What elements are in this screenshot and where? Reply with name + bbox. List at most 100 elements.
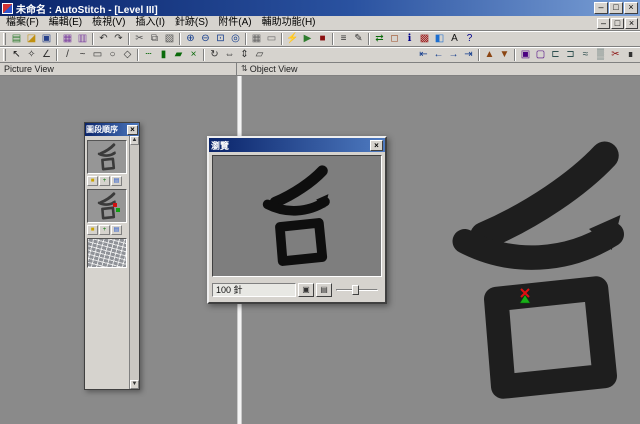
menu-item-edit[interactable]: 編輯(E) [44, 16, 87, 30]
icon-glyph: ∠ [42, 49, 51, 60]
help-icon[interactable]: ? [462, 32, 477, 46]
color-palette-icon[interactable]: ◧ [432, 32, 447, 46]
scroll-down-icon[interactable]: ▼ [130, 380, 139, 389]
icon-glyph: ■ [90, 227, 95, 233]
next-segment-icon[interactable]: → [446, 48, 461, 62]
stitched-design-glyph[interactable] [442, 138, 638, 404]
design-info-icon[interactable]: ℹ [402, 32, 417, 46]
segment-edit-icon[interactable]: ▤ [111, 225, 122, 235]
machine-send-icon[interactable]: ⇄ [372, 32, 387, 46]
export-design-icon[interactable]: ▥ [75, 32, 90, 46]
stitch-list-icon[interactable]: ≡ [336, 32, 351, 46]
properties-icon[interactable]: ✎ [351, 32, 366, 46]
ellipse-tool-icon[interactable]: ○ [105, 48, 120, 62]
mdi-close-button[interactable]: × [625, 17, 638, 29]
rotate-icon[interactable]: ↻ [207, 48, 222, 62]
group-icon[interactable]: ▣ [518, 48, 533, 62]
move-down-icon[interactable]: ▼ [497, 48, 512, 62]
line-tool-icon[interactable]: / [60, 48, 75, 62]
align-right-icon[interactable]: ⊐ [563, 48, 578, 62]
grid-toggle-icon[interactable]: ▦ [249, 32, 264, 46]
cut-icon[interactable]: ✂ [132, 32, 147, 46]
stop-simulate-icon[interactable]: ■ [315, 32, 330, 46]
slider-thumb[interactable] [352, 285, 359, 295]
segment-stitch-icon[interactable]: + [99, 176, 110, 186]
undo-icon[interactable]: ↶ [96, 32, 111, 46]
last-segment-icon[interactable]: ⇥ [461, 48, 476, 62]
hoop-select-icon[interactable]: ◻ [387, 32, 402, 46]
sequence-palette-titlebar[interactable]: 圖段順序 × [85, 123, 139, 136]
segment-stitch-icon[interactable]: + [99, 225, 110, 235]
first-segment-icon[interactable]: ⇤ [416, 48, 431, 62]
underlay-icon[interactable]: ▒ [593, 48, 608, 62]
lock-icon[interactable]: ∎ [623, 48, 638, 62]
scroll-up-icon[interactable]: ▲ [130, 136, 139, 145]
ruler-toggle-icon[interactable]: ▭ [264, 32, 279, 46]
generate-stitches-icon[interactable]: ⚡ [285, 32, 300, 46]
zoom-out-icon[interactable]: ⊖ [198, 32, 213, 46]
select-tool-icon[interactable]: ↖ [9, 48, 24, 62]
maximize-button[interactable]: □ [609, 2, 623, 14]
lettering-icon[interactable]: A [447, 32, 462, 46]
simulate-icon[interactable]: ▶ [300, 32, 315, 46]
menu-item-file[interactable]: 檔案(F) [1, 16, 44, 30]
stitch-count-field[interactable]: 100 針 [212, 283, 296, 297]
cross-stitch-icon[interactable]: × [186, 48, 201, 62]
zoom-in-icon[interactable]: ⊕ [183, 32, 198, 46]
prev-segment-icon[interactable]: ← [431, 48, 446, 62]
fill-stitch-icon[interactable]: ▰ [171, 48, 186, 62]
menu-item-helper[interactable]: 輔助功能(H) [257, 16, 321, 30]
toolbar-grip[interactable] [3, 49, 6, 61]
close-button[interactable]: × [624, 2, 638, 14]
zoom-fit-icon[interactable]: ⊡ [213, 32, 228, 46]
icon-glyph: ⚡ [286, 33, 299, 44]
mdi-restore-button[interactable]: □ [611, 17, 624, 29]
toolbar-separator [92, 33, 94, 45]
preview-fit-button[interactable]: ▣ [298, 283, 314, 297]
sequence-scrollbar[interactable]: ▲ ▼ [129, 136, 139, 389]
new-design-icon[interactable]: ▤ [9, 32, 24, 46]
curve-tool-icon[interactable]: ~ [75, 48, 90, 62]
redo-icon[interactable]: ↷ [111, 32, 126, 46]
polygon-tool-icon[interactable]: ◇ [120, 48, 135, 62]
segment-thumbnail-3[interactable] [87, 238, 127, 268]
density-icon[interactable]: ≈ [578, 48, 593, 62]
align-left-icon[interactable]: ⊏ [548, 48, 563, 62]
pan-icon[interactable]: ◎ [228, 32, 243, 46]
satin-stitch-icon[interactable]: ▮ [156, 48, 171, 62]
preview-dialog-titlebar[interactable]: 瀏覽 × [209, 138, 385, 152]
segment-thumbnail-1[interactable] [87, 140, 127, 174]
run-stitch-icon[interactable]: ┄ [141, 48, 156, 62]
mirror-vertical-icon[interactable]: ⇕ [237, 48, 252, 62]
segment-edit-icon[interactable]: ▤ [111, 176, 122, 186]
ungroup-icon[interactable]: ▢ [533, 48, 548, 62]
trim-icon[interactable]: ✂ [608, 48, 623, 62]
rect-tool-icon[interactable]: ▭ [90, 48, 105, 62]
measure-icon[interactable]: ∠ [39, 48, 54, 62]
menu-item-view[interactable]: 檢視(V) [87, 16, 130, 30]
menu-item-insert[interactable]: 插入(I) [130, 16, 169, 30]
move-up-icon[interactable]: ▲ [482, 48, 497, 62]
paste-icon[interactable]: ▧ [162, 32, 177, 46]
preview-speed-button[interactable]: ▤ [316, 283, 332, 297]
resize-icon[interactable]: ▱ [252, 48, 267, 62]
segment-color-icon[interactable]: ■ [87, 176, 98, 186]
open-design-icon[interactable]: ◪ [24, 32, 39, 46]
segment-thumbnail-2[interactable] [87, 189, 127, 223]
sequence-palette-close-button[interactable]: × [127, 124, 138, 135]
import-image-icon[interactable]: ▦ [60, 32, 75, 46]
menu-item-accessory[interactable]: 附件(A) [213, 16, 256, 30]
node-edit-icon[interactable]: ✧ [24, 48, 39, 62]
mirror-horizontal-icon[interactable]: ⇔ [222, 48, 237, 62]
menu-item-stitch[interactable]: 針跡(S) [170, 16, 213, 30]
toolbar-grip[interactable] [3, 33, 6, 45]
mdi-minimize-button[interactable]: – [597, 17, 610, 29]
preview-close-button[interactable]: × [370, 139, 383, 151]
preview-slider[interactable] [334, 283, 380, 297]
save-design-icon[interactable]: ▣ [39, 32, 54, 46]
icon-glyph: ▦ [251, 33, 262, 44]
copy-icon[interactable]: ⧉ [147, 32, 162, 46]
segment-color-icon[interactable]: ■ [87, 225, 98, 235]
thread-chart-icon[interactable]: ▩ [417, 32, 432, 46]
minimize-button[interactable]: – [594, 2, 608, 14]
